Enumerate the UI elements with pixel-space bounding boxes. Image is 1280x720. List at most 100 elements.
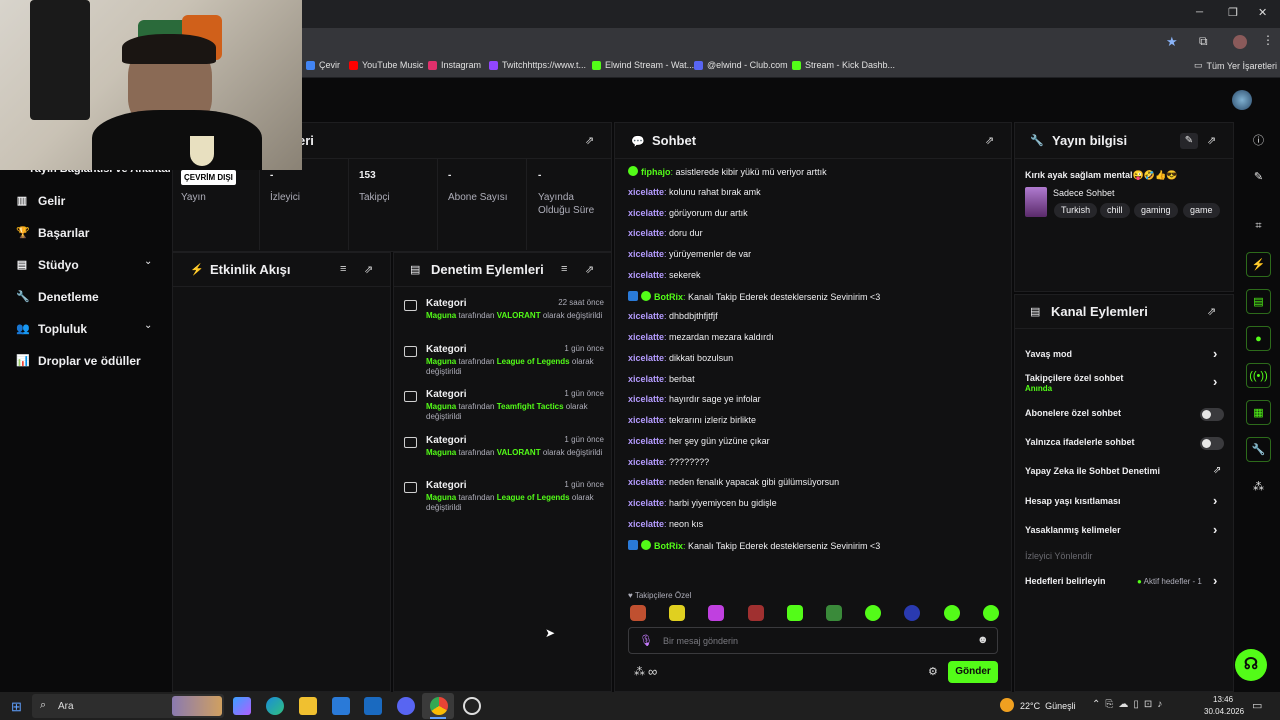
bolt-icon[interactable]: ⚡	[1246, 252, 1271, 277]
popout-icon[interactable]: ⇗	[1207, 134, 1216, 147]
document-icon[interactable]: ▤	[1246, 289, 1271, 314]
moderation-category[interactable]: League of Legends	[497, 357, 570, 366]
sidebar-item-droplar[interactable]: 📊 Droplar ve ödüller	[16, 354, 141, 368]
obs-icon[interactable]	[463, 697, 481, 715]
user-avatar[interactable]	[1232, 90, 1252, 110]
close-button[interactable]: ✕	[1258, 6, 1267, 19]
chat-username[interactable]: BotRix	[654, 292, 683, 302]
chat-username[interactable]: xicelatte	[628, 436, 664, 446]
notifications-icon[interactable]: ▭	[1252, 699, 1262, 712]
moderation-user[interactable]: Maguna	[426, 493, 456, 502]
bookmark-item[interactable]: Twitchhttps://www.t...	[489, 60, 586, 70]
chat-username[interactable]: xicelatte	[628, 374, 664, 384]
popout-icon[interactable]: ⇗	[364, 263, 373, 276]
stream-tag[interactable]: chill	[1100, 203, 1130, 218]
channel-action-label[interactable]: Yalnızca ifadelerle sohbet	[1025, 437, 1135, 447]
moderation-category[interactable]: VALORANT	[497, 311, 541, 320]
taskbar-search[interactable]: ⌕ Ara	[32, 694, 224, 718]
sidebar-item-denetleme[interactable]: 🔧 Denetleme	[16, 290, 99, 304]
all-bookmarks[interactable]: ▭ Tüm Yer İşaretleri	[1194, 60, 1277, 71]
verified-badge-icon[interactable]	[628, 166, 638, 176]
broadcast-icon[interactable]: ((•))	[1246, 363, 1271, 388]
verified-badge-icon[interactable]	[641, 290, 651, 301]
chat-username[interactable]: xicelatte	[628, 394, 664, 404]
send-button[interactable]: Gönder	[948, 661, 998, 683]
menu-icon[interactable]: ⋮	[1262, 33, 1274, 47]
popout-icon[interactable]: ⇗	[985, 134, 994, 147]
discord-icon[interactable]	[397, 697, 415, 715]
moderation-category[interactable]: League of Legends	[497, 493, 570, 502]
chat-username[interactable]: xicelatte	[628, 249, 664, 259]
moderation-user[interactable]: Maguna	[426, 402, 456, 411]
bookmark-star-icon[interactable]: ★	[1166, 34, 1178, 50]
chat-username[interactable]: xicelatte	[628, 208, 664, 218]
bookmark-item[interactable]: YouTube Music	[349, 60, 423, 70]
channel-action-label[interactable]: Takipçilere özel sohbet	[1025, 373, 1123, 383]
moderation-category[interactable]: Teamfight Tactics	[497, 402, 564, 411]
verified-badge-icon[interactable]	[641, 539, 651, 550]
emote-icon[interactable]	[786, 605, 803, 621]
windows-start-icon[interactable]: ⊞	[11, 699, 22, 715]
bookmark-item[interactable]: Elwind Stream - Wat...	[592, 60, 694, 70]
edit-pencil-icon[interactable]: ✎	[1180, 133, 1198, 149]
emote-icon[interactable]	[943, 605, 960, 621]
clock-date[interactable]: 30.04.2026	[1204, 707, 1244, 716]
bookmark-item[interactable]: Çevir	[306, 60, 340, 70]
profile-avatar[interactable]	[1233, 35, 1247, 49]
wrench-icon[interactable]: 🔧	[1246, 437, 1271, 462]
moderation-user[interactable]: Maguna	[426, 311, 456, 320]
chat-username[interactable]: xicelatte	[628, 228, 664, 238]
pencil-icon[interactable]: ✎	[1246, 165, 1271, 190]
chat-username[interactable]: xicelatte	[628, 270, 664, 280]
popout-icon[interactable]: ⇗	[585, 134, 594, 147]
chat-username[interactable]: BotRix	[654, 541, 683, 551]
microphone-icon[interactable]: 🎙	[639, 634, 653, 647]
chrome-icon[interactable]	[430, 697, 448, 715]
emote-icon[interactable]	[826, 605, 842, 621]
chat-username[interactable]: xicelatte	[628, 457, 664, 467]
popout-icon[interactable]: ⇗	[585, 263, 594, 276]
points-icon[interactable]: ⁂	[634, 665, 645, 678]
chat-username[interactable]: xicelatte	[628, 311, 664, 321]
sidebar-item-basarilar[interactable]: 🏆 Başarılar	[16, 226, 89, 240]
weather[interactable]: 22°C Güneşli	[1020, 701, 1076, 711]
infinity-icon[interactable]: ∞	[648, 664, 657, 679]
emote-icon[interactable]	[669, 605, 686, 621]
filter-icon[interactable]: ≡	[561, 263, 567, 275]
moderation-user[interactable]: Maguna	[426, 448, 456, 457]
channel-action-label[interactable]: Hesap yaşı kısıtlaması	[1025, 496, 1121, 506]
maximize-button[interactable]: ❐	[1228, 6, 1238, 19]
mail-icon[interactable]	[364, 697, 382, 715]
bookmark-item[interactable]: Stream - Kick Dashb...	[792, 60, 895, 70]
toggle-switch[interactable]	[1200, 437, 1224, 450]
extensions-icon[interactable]: ⧉	[1199, 34, 1208, 49]
edge-icon[interactable]	[266, 697, 284, 715]
sidebar-item-topluluk[interactable]: 👥 Topluluk	[16, 322, 87, 336]
chevron-down-icon[interactable]: ⌄	[144, 256, 152, 267]
server-icon[interactable]: ▦	[1246, 400, 1271, 425]
chevron-right-icon[interactable]: ›	[1213, 374, 1217, 389]
chevron-right-icon[interactable]: ›	[1213, 493, 1217, 508]
chat-username[interactable]: xicelatte	[628, 187, 664, 197]
moderation-category[interactable]: VALORANT	[497, 448, 541, 457]
emote-icon[interactable]	[630, 605, 646, 621]
clock-time[interactable]: 13:46	[1213, 695, 1233, 704]
external-link-icon[interactable]: ⇗	[1213, 465, 1221, 476]
channel-action-label[interactable]: Hedefleri belirleyin	[1025, 576, 1106, 586]
channel-action-label[interactable]: Abonelere özel sohbet	[1025, 408, 1121, 418]
info-icon[interactable]: ⓘ	[1246, 129, 1271, 154]
emoji-icon[interactable]: ☻	[977, 634, 989, 646]
channel-action-label[interactable]: Yasaklanmış kelimeler	[1025, 525, 1121, 535]
bot-badge-icon[interactable]	[628, 539, 638, 550]
tray-icons[interactable]: ⌃⎘☁▯⊡♪	[1092, 699, 1167, 710]
crop-icon[interactable]: ⌗	[1246, 214, 1271, 239]
chevron-right-icon[interactable]: ›	[1213, 346, 1217, 361]
chat-username[interactable]: xicelatte	[628, 415, 664, 425]
chevron-down-icon[interactable]: ⌄	[144, 320, 152, 331]
chat-username[interactable]: xicelatte	[628, 353, 664, 363]
stream-tag[interactable]: Turkish	[1054, 203, 1098, 218]
chat-bubble-icon[interactable]: ●	[1246, 326, 1271, 351]
more-dots-icon[interactable]: ⁂	[1246, 475, 1271, 500]
emote-icon[interactable]	[708, 605, 725, 621]
chevron-right-icon[interactable]: ›	[1213, 573, 1217, 588]
